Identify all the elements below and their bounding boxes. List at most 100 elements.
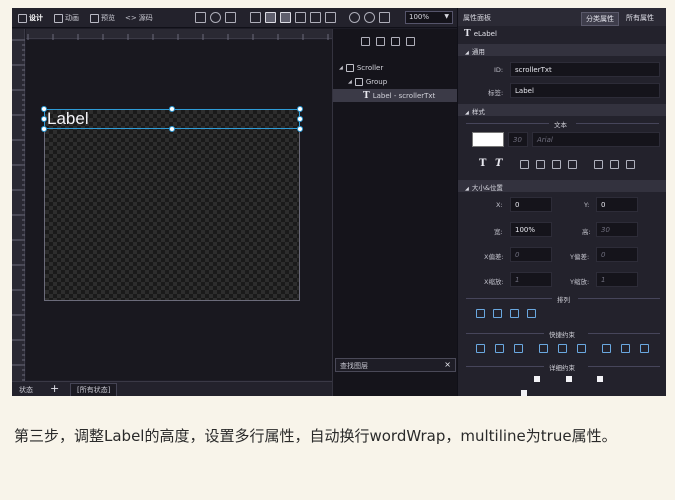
ruler-toggle-icon[interactable]: [280, 12, 291, 23]
constraint-fill-v-icon[interactable]: [621, 344, 630, 353]
section-common[interactable]: ◢ 通用: [458, 44, 666, 56]
expand-triangle-icon[interactable]: ◢: [339, 65, 343, 71]
tree-node-label-selected[interactable]: T Label - scrollerTxt: [333, 89, 458, 102]
zoom-in-icon[interactable]: [364, 12, 375, 23]
text-color-swatch[interactable]: [472, 132, 504, 147]
hand-tool-icon[interactable]: [195, 12, 206, 23]
all-states-tab[interactable]: [所有状态]: [70, 383, 118, 396]
constraint-fill-icon[interactable]: [640, 344, 649, 353]
design-icon: [18, 13, 27, 23]
y-field[interactable]: 0: [596, 197, 638, 212]
italic-icon[interactable]: T: [495, 158, 502, 169]
expand-triangle-icon[interactable]: ◢: [348, 79, 352, 85]
image-icon[interactable]: [325, 12, 336, 23]
width-field[interactable]: 100%: [510, 222, 552, 237]
layer-search-input[interactable]: 查找图层 ×: [335, 358, 456, 372]
y-scale-field[interactable]: 1: [596, 272, 638, 287]
resize-handle-bottom[interactable]: [169, 126, 175, 132]
ungroup-icon[interactable]: [376, 37, 385, 46]
copy-icon[interactable]: [391, 37, 400, 46]
tab-source[interactable]: <> 源码: [125, 12, 153, 24]
x-scale-field[interactable]: 1: [510, 272, 552, 287]
resize-handle-top-left[interactable]: [41, 106, 47, 112]
section-size-position-label: 大小&位置: [471, 184, 503, 192]
rotate-tool-icon[interactable]: [210, 12, 221, 23]
arrange-bottom-icon[interactable]: [527, 309, 536, 318]
arrange-top-icon[interactable]: [476, 309, 485, 318]
constraint-anchor-bottom[interactable]: [521, 390, 527, 396]
design-canvas[interactable]: Label: [26, 40, 332, 380]
align-top-text-icon[interactable]: [520, 160, 529, 169]
align-right-icon[interactable]: [626, 160, 635, 169]
id-field[interactable]: scrollerTxt: [510, 62, 660, 77]
label-component[interactable]: Label: [44, 109, 300, 301]
trash-icon[interactable]: [406, 37, 415, 46]
add-state-button[interactable]: +: [50, 382, 59, 395]
tab-preview[interactable]: 预览: [90, 12, 115, 24]
tab-animation-label: 动画: [65, 14, 79, 22]
constraint-left-icon[interactable]: [476, 344, 485, 353]
constraint-bottom-icon[interactable]: [577, 344, 586, 353]
layer-toolbar: [361, 37, 415, 46]
resize-handle-bottom-right[interactable]: [297, 126, 303, 132]
constraint-anchor-center[interactable]: [566, 376, 572, 382]
constraint-fill-h-icon[interactable]: [602, 344, 611, 353]
arrange-down-icon[interactable]: [510, 309, 519, 318]
section-style-label: 样式: [471, 108, 485, 116]
constraint-center-h-icon[interactable]: [495, 344, 504, 353]
text-type-icon: T: [464, 29, 471, 39]
paint-tool-icon[interactable]: [250, 12, 261, 23]
tree-node-group[interactable]: ◢ Group: [348, 75, 387, 88]
x-offset-field[interactable]: 0: [510, 247, 552, 262]
resize-handle-left[interactable]: [41, 116, 47, 122]
height-field[interactable]: 30: [596, 222, 638, 237]
fit-tool-icon[interactable]: [225, 12, 236, 23]
tree-node-label: Scroller: [356, 63, 384, 72]
align-left-icon[interactable]: [594, 160, 603, 169]
section-style[interactable]: ◢ 样式: [458, 104, 666, 116]
article-caption: 第三步，调整Label的高度，设置多行属性，自动换行wordWrap，multi…: [14, 427, 617, 445]
clear-icon[interactable]: ×: [444, 360, 451, 369]
resize-handle-right[interactable]: [297, 116, 303, 122]
constraint-center-v-icon[interactable]: [558, 344, 567, 353]
preview-icon: [90, 13, 99, 23]
bold-icon[interactable]: T: [479, 158, 486, 169]
constraint-anchor-left[interactable]: [534, 376, 540, 382]
align-center-icon[interactable]: [610, 160, 619, 169]
grid-icon[interactable]: [295, 12, 306, 23]
ruler-ticks-left: [12, 39, 25, 381]
zoom-out-icon[interactable]: [349, 12, 360, 23]
resize-handle-top[interactable]: [169, 106, 175, 112]
divider: [588, 333, 660, 334]
justify-icon[interactable]: [568, 160, 577, 169]
tab-design-label: 设计: [29, 14, 43, 22]
tag-field[interactable]: Label: [510, 83, 660, 98]
tab-design[interactable]: 设计: [18, 12, 43, 24]
category-properties-button[interactable]: 分类属性: [581, 12, 619, 26]
guides-icon[interactable]: [310, 12, 321, 23]
arrange-up-icon[interactable]: [493, 309, 502, 318]
align-middle-text-icon[interactable]: [536, 160, 545, 169]
align-bottom-text-icon[interactable]: [552, 160, 561, 169]
zoom-select[interactable]: 100% ▼: [405, 11, 453, 24]
section-size-position[interactable]: ◢ 大小&位置: [458, 180, 666, 192]
tree-node-scroller[interactable]: ◢ Scroller: [339, 61, 383, 74]
x-scale-label: X缩放:: [484, 278, 504, 286]
font-size-field[interactable]: 30: [508, 132, 528, 147]
fit-screen-icon[interactable]: [379, 12, 390, 23]
all-properties-button[interactable]: 所有属性: [626, 13, 654, 23]
tab-animation[interactable]: 动画: [54, 12, 79, 24]
constraint-anchor-right[interactable]: [597, 376, 603, 382]
horizontal-ruler: [26, 29, 332, 44]
group-icon[interactable]: [361, 37, 370, 46]
constraint-right-icon[interactable]: [514, 344, 523, 353]
constraint-top-icon[interactable]: [539, 344, 548, 353]
resize-handle-bottom-left[interactable]: [41, 126, 47, 132]
section-common-label: 通用: [471, 48, 485, 56]
font-family-field[interactable]: Arial: [532, 132, 660, 147]
resize-handle-top-right[interactable]: [297, 106, 303, 112]
y-offset-field[interactable]: 0: [596, 247, 638, 262]
state-label: 状态: [19, 386, 33, 394]
x-field[interactable]: 0: [510, 197, 552, 212]
magnet-icon[interactable]: [265, 12, 276, 23]
